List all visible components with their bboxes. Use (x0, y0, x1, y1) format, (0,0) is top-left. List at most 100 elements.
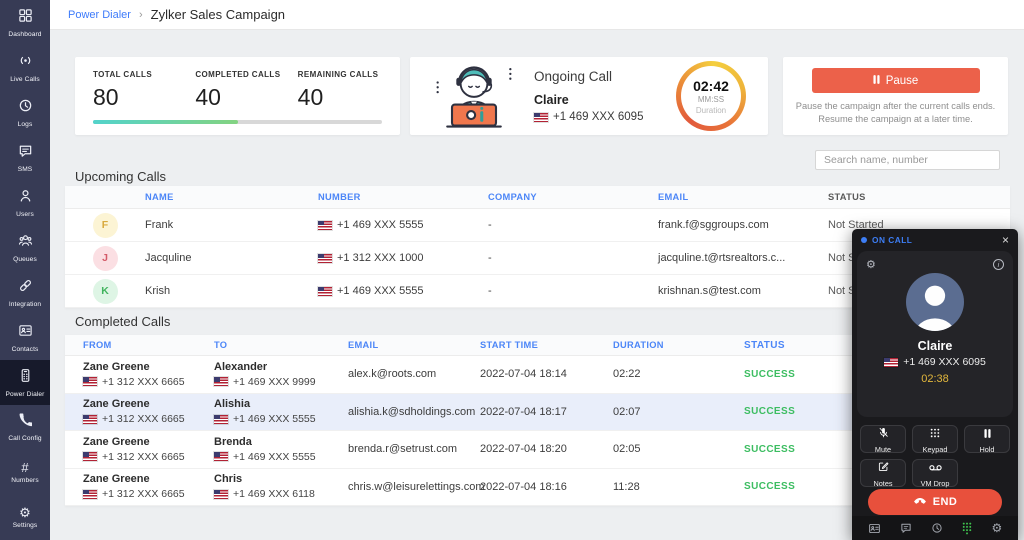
sidebar-item-label: Queues (13, 256, 37, 263)
column-header-to[interactable]: TO (214, 340, 348, 350)
search-input[interactable] (815, 150, 1000, 170)
widget-footer-bar: ⚙ (852, 516, 1018, 540)
on-call-status-label: ON CALL (872, 235, 912, 245)
contacts-card-icon (18, 323, 33, 343)
column-header-duration[interactable]: DURATION (613, 340, 744, 350)
us-flag-icon (83, 377, 97, 386)
sidebar-item-label: Call Config (8, 435, 41, 442)
caller-name: Claire (857, 339, 1013, 353)
sidebar-item-label: Live Calls (10, 76, 40, 83)
close-icon[interactable]: × (1002, 234, 1009, 246)
numbers-hash-icon: # (21, 462, 28, 474)
column-header-start-time[interactable]: START TIME (480, 340, 613, 350)
contact-email: krishnan.s@test.com (658, 285, 828, 297)
upcoming-table-header: NAME NUMBER COMPANY EMAIL STATUS (65, 186, 1010, 209)
call-duration: 02:07 (613, 406, 744, 418)
hold-button[interactable]: Hold (964, 425, 1010, 453)
contact-name: Frank (145, 219, 318, 231)
sidebar-item-integration[interactable]: Integration (0, 270, 50, 315)
breadcrumb-parent-link[interactable]: Power Dialer (68, 9, 131, 21)
keypad-icon (930, 425, 940, 443)
column-header-email[interactable]: EMAIL (658, 192, 828, 202)
from-name: Zane Greene (83, 361, 214, 373)
ongoing-call-card: Ongoing Call Claire +1 469 XXX 6095 02:4… (410, 57, 768, 135)
stat-label: TOTAL CALLS (93, 70, 195, 79)
sidebar-item-power-dialer[interactable]: Power Dialer (0, 360, 50, 405)
sidebar-item-numbers[interactable]: # Numbers (0, 450, 50, 495)
mute-mic-icon (878, 425, 889, 443)
column-header-email[interactable]: EMAIL (348, 340, 480, 350)
call-duration-value: 02:42 (693, 78, 729, 94)
call-start-time: 2022-07-04 18:14 (480, 368, 613, 380)
us-flag-icon (318, 287, 332, 296)
dialpad-icon[interactable] (962, 522, 972, 535)
sidebar-item-label: SMS (18, 166, 33, 173)
vm-drop-button[interactable]: VM Drop (912, 459, 958, 487)
gear-icon[interactable]: ⚙ (866, 258, 876, 271)
info-icon[interactable]: i (993, 259, 1004, 270)
call-email: alishia.k@sdholdings.com (348, 406, 480, 418)
contact-number: +1 469 XXX 5555 (337, 285, 424, 297)
column-header-status[interactable]: STATUS (828, 192, 1010, 202)
mute-button[interactable]: Mute (860, 425, 906, 453)
to-name: Alishia (214, 398, 348, 410)
us-flag-icon (884, 358, 898, 367)
to-number: +1 469 XXX 5555 (233, 451, 316, 463)
users-icon (18, 188, 33, 208)
end-call-button[interactable]: END (868, 489, 1002, 515)
upcoming-calls-title: Upcoming Calls (75, 169, 166, 184)
column-header-company[interactable]: COMPANY (488, 192, 658, 202)
stat-remaining-calls: REMAINING CALLS 40 (298, 70, 400, 111)
us-flag-icon (83, 415, 97, 424)
live-calls-icon (18, 53, 33, 73)
call-config-phone-icon (18, 413, 32, 432)
sidebar-item-call-config[interactable]: Call Config (0, 405, 50, 450)
pause-button[interactable]: Pause (812, 68, 980, 93)
on-call-status-dot (861, 237, 867, 243)
column-header-number[interactable]: NUMBER (318, 192, 488, 202)
contact-company: - (488, 252, 658, 264)
caller-avatar (906, 273, 964, 336)
sidebar-item-label: Logs (18, 121, 33, 128)
column-header-name[interactable]: NAME (145, 192, 318, 202)
contact-name: Jacquline (145, 252, 318, 264)
sidebar-item-logs[interactable]: Logs (0, 90, 50, 135)
contact-company: - (488, 285, 658, 297)
campaign-stats-card: TOTAL CALLS 80 COMPLETED CALLS 40 REMAIN… (75, 57, 400, 135)
settings-gear-icon[interactable]: ⚙ (992, 521, 1003, 535)
sidebar-item-label: Integration (9, 301, 41, 308)
sidebar-item-users[interactable]: Users (0, 180, 50, 225)
notes-label: Notes (873, 479, 892, 488)
sidebar-item-queues[interactable]: Queues (0, 225, 50, 270)
pause-note-line2: Resume the campaign at a later time. (783, 113, 1008, 126)
to-number: +1 469 XXX 5555 (233, 413, 316, 425)
call-duration: 02:22 (613, 368, 744, 380)
ongoing-call-title: Ongoing Call (534, 69, 674, 84)
history-clock-icon[interactable] (931, 522, 943, 534)
contact-email: jacquline.t@rtsrealtors.c... (658, 252, 828, 264)
sidebar-item-sms[interactable]: SMS (0, 135, 50, 180)
from-number: +1 312 XXX 6665 (102, 413, 185, 425)
ongoing-call-contact-name: Claire (534, 93, 674, 107)
from-name: Zane Greene (83, 473, 214, 485)
notes-button[interactable]: Notes (860, 459, 906, 487)
keypad-label: Keypad (923, 445, 948, 454)
column-header-from[interactable]: FROM (65, 340, 214, 350)
completed-calls-title: Completed Calls (75, 314, 170, 329)
chat-icon[interactable] (900, 522, 912, 534)
call-email: brenda.r@setrust.com (348, 443, 480, 455)
contact-card-icon[interactable] (868, 522, 881, 535)
contact-number: +1 312 XXX 1000 (337, 252, 424, 264)
stat-label: COMPLETED CALLS (195, 70, 297, 79)
sidebar-item-live-calls[interactable]: Live Calls (0, 45, 50, 90)
stat-value: 80 (93, 84, 195, 111)
keypad-button[interactable]: Keypad (912, 425, 958, 453)
pause-icon (873, 75, 880, 87)
dashboard-icon (18, 8, 33, 28)
call-email: chris.w@leisurelettings.com (348, 481, 480, 493)
avatar: K (93, 279, 118, 304)
sidebar-item-dashboard[interactable]: Dashboard (0, 0, 50, 45)
sidebar-item-settings[interactable]: ⚙ Settings (0, 495, 50, 540)
sidebar-item-contacts[interactable]: Contacts (0, 315, 50, 360)
call-duration-caption: Duration (696, 106, 726, 115)
